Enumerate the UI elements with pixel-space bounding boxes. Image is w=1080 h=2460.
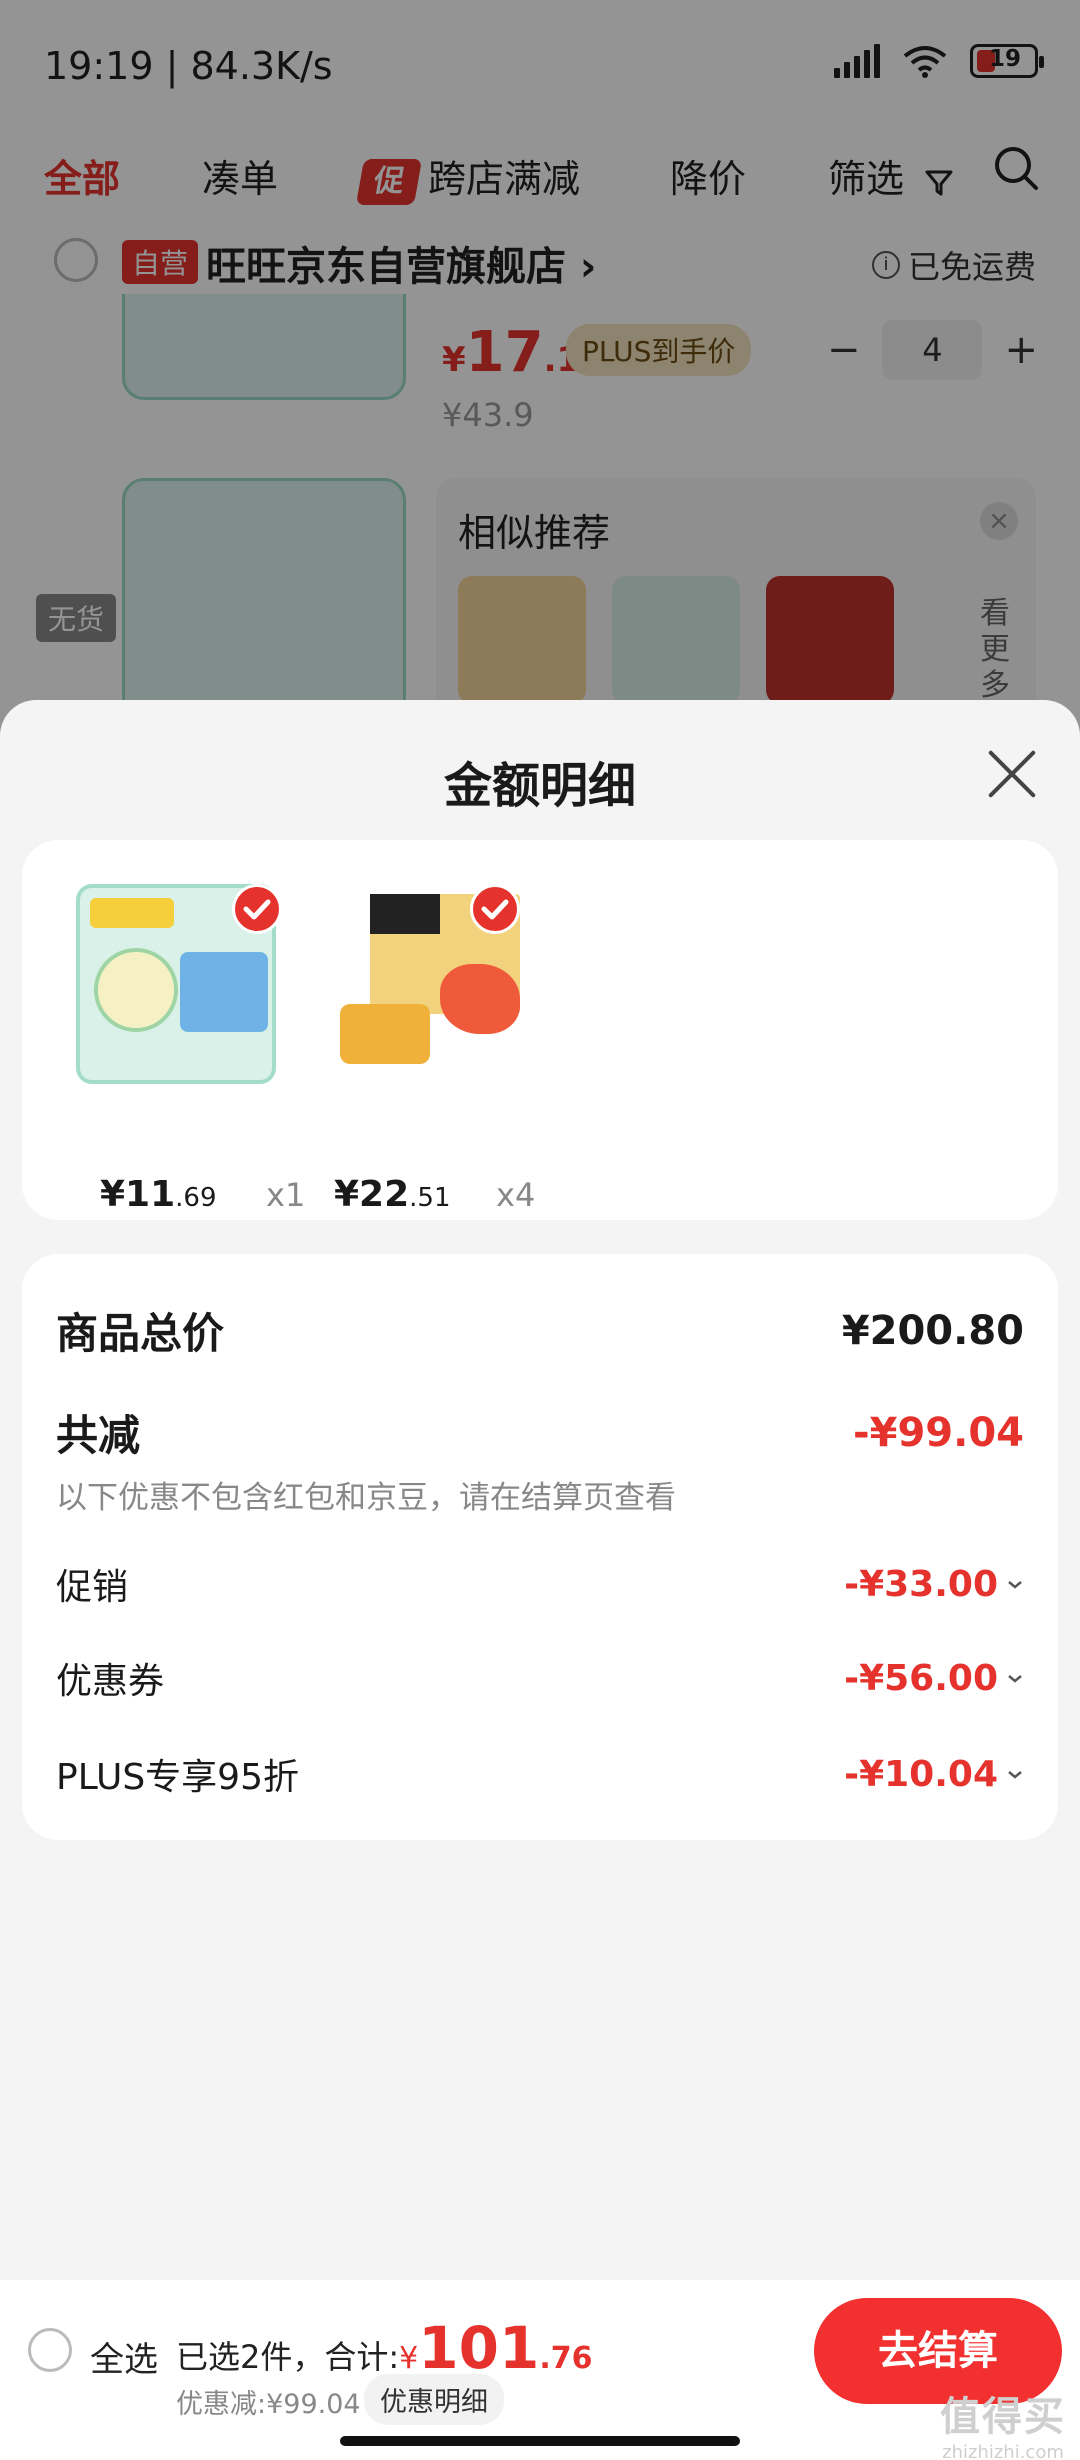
- plus-discount-label: PLUS专享95折: [56, 1757, 299, 1798]
- amount-summary-card: 商品总价 ¥200.80 共减 -¥99.04 以下优惠不包含红包和京豆，请在结…: [22, 1254, 1058, 1840]
- selected-items-card: ¥11.69 x1 ¥22.51 x4: [22, 840, 1058, 1220]
- chevron-down-icon: [1008, 1675, 1022, 1683]
- item-price: ¥11.69: [100, 1174, 217, 1215]
- total-reduce-label: 共减: [56, 1411, 141, 1460]
- home-indicator[interactable]: [340, 2436, 740, 2446]
- chevron-down-icon: [1008, 1581, 1022, 1589]
- coupon-row[interactable]: 优惠券 -¥56.00: [56, 1652, 1024, 1704]
- promotion-label: 促销: [56, 1567, 129, 1608]
- item-price-dec: .69: [175, 1183, 217, 1213]
- total-price-value: ¥200.80: [841, 1307, 1024, 1354]
- total-price-label: 商品总价: [56, 1309, 225, 1358]
- item-price: ¥22.51: [334, 1174, 451, 1215]
- selected-summary: 已选2件，合计: ¥101.76: [176, 2314, 592, 2382]
- watermark: 值得买 zhizhizhi.com: [940, 2384, 1066, 2460]
- total-reduce-value: -¥99.04: [853, 1409, 1024, 1456]
- promotion-value: -¥33.00: [844, 1563, 998, 1605]
- check-icon: [470, 884, 520, 934]
- select-all-label[interactable]: 全选: [90, 2332, 158, 2381]
- total-currency: ¥: [399, 2341, 419, 2376]
- dim-overlay[interactable]: [0, 0, 1080, 760]
- item-price-dec: .51: [409, 1183, 451, 1213]
- coupon-value-wrap: -¥56.00: [844, 1658, 1024, 1699]
- discount-detail-button[interactable]: 优惠明细: [364, 2374, 504, 2425]
- selected-count-text: 已选2件，合计:: [176, 2338, 400, 2376]
- amount-detail-sheet: 金额明细 ¥11.69 x1 ¥22.51 x4 商品总价 ¥200.80 共减…: [0, 700, 1080, 2280]
- sheet-title: 金额明细: [443, 758, 636, 814]
- total-decimal: .76: [539, 2341, 593, 2376]
- check-icon: [232, 884, 282, 934]
- select-all-radio[interactable]: [28, 2328, 72, 2372]
- watermark-url: zhizhizhi.com: [942, 2442, 1064, 2460]
- plus-discount-value: -¥10.04: [844, 1753, 998, 1795]
- coupon-value: -¥56.00: [844, 1657, 998, 1699]
- plus-discount-row[interactable]: PLUS专享95折 -¥10.04: [56, 1748, 1024, 1800]
- total-price-row: 商品总价 ¥200.80: [56, 1300, 1024, 1361]
- item-quantity: x1: [266, 1176, 306, 1214]
- total-integer: 101: [418, 2314, 540, 2382]
- item-price-int: ¥11: [100, 1174, 176, 1215]
- chevron-down-icon: [1008, 1771, 1022, 1779]
- discount-amount: 优惠减:¥99.04: [176, 2389, 361, 2420]
- item-price-int: ¥22: [334, 1174, 410, 1215]
- close-icon[interactable]: [986, 748, 1038, 800]
- item-quantity: x4: [496, 1176, 536, 1214]
- total-reduce-row: 共减 -¥99.04: [56, 1402, 1024, 1463]
- promotion-row[interactable]: 促销 -¥33.00: [56, 1558, 1024, 1610]
- coupon-label: 优惠券: [56, 1661, 165, 1702]
- promotion-value-wrap: -¥33.00: [844, 1564, 1024, 1605]
- watermark-text: 值得买: [940, 2394, 1066, 2440]
- checkout-bar: 全选 已选2件，合计: ¥101.76 优惠减:¥99.04 优惠明细 去结算 值…: [0, 2280, 1080, 2460]
- discount-note: 以下优惠不包含红包和京豆，请在结算页查看: [56, 1480, 676, 1516]
- plus-discount-value-wrap: -¥10.04: [844, 1754, 1024, 1795]
